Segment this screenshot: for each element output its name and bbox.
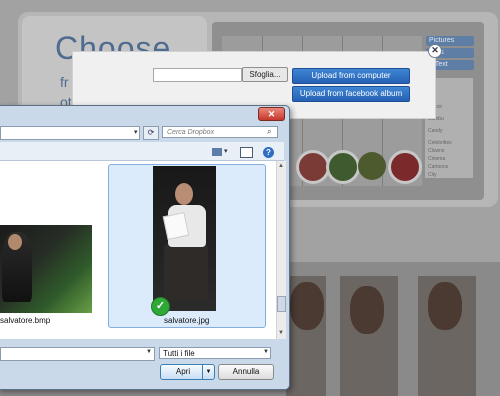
category-item[interactable]: Candy <box>428 128 442 134</box>
chevron-up-icon[interactable]: ▲ <box>278 163 284 169</box>
check-icon: ✓ <box>151 297 170 316</box>
chevron-down-icon[interactable]: ▼ <box>278 330 284 336</box>
chevron-down-icon[interactable]: ▾ <box>224 147 228 155</box>
file-name-input[interactable] <box>0 347 155 361</box>
help-icon[interactable]: ? <box>263 147 274 158</box>
thumbs-up-badge-icon <box>296 150 330 184</box>
browse-button[interactable]: Sfoglia... <box>242 67 288 82</box>
star-badge-icon <box>358 152 386 180</box>
search-input[interactable]: Cerca Dropbox <box>162 126 278 138</box>
hero-text-line-1: fr <box>60 74 69 90</box>
thumbnail-face <box>8 234 22 250</box>
file-name-label[interactable]: salvatore.jpg <box>164 316 209 325</box>
thumbnail-face <box>175 183 193 205</box>
gallery-photo-face <box>290 282 324 330</box>
file-type-select[interactable]: Tutti i file <box>159 347 271 359</box>
chevron-down-icon[interactable]: ▼ <box>263 349 269 355</box>
open-button[interactable]: Apri <box>160 364 206 380</box>
category-item[interactable]: Cinema <box>428 156 445 162</box>
file-path-input[interactable] <box>153 68 242 82</box>
category-item[interactable]: Cartoons <box>428 164 448 170</box>
search-icon[interactable]: ⌕ <box>267 127 271 137</box>
category-item[interactable]: City <box>428 172 437 178</box>
close-icon[interactable]: ✕ <box>258 107 285 121</box>
thumbnail-person <box>164 244 208 300</box>
power-badge-icon <box>388 150 422 184</box>
thumbnail-paper <box>162 211 190 241</box>
view-options-icon[interactable] <box>212 148 222 156</box>
category-item[interactable]: Clowns <box>428 148 444 154</box>
chevron-down-icon[interactable]: ▾ <box>134 128 138 136</box>
cancel-button[interactable]: Annulla <box>218 364 274 380</box>
thumbs-up-badge-icon <box>326 150 360 184</box>
category-item[interactable]: Celebrities <box>428 140 452 146</box>
address-bar[interactable] <box>0 126 140 140</box>
close-icon[interactable]: ✕ <box>428 44 442 58</box>
file-name-label[interactable]: salvatore.bmp <box>0 316 50 325</box>
scrollbar[interactable] <box>276 161 286 339</box>
gallery-photo-face <box>350 286 384 334</box>
chevron-down-icon[interactable]: ▼ <box>202 364 215 380</box>
upload-from-facebook-button[interactable]: Upload from facebook album <box>292 86 410 102</box>
scrollbar-thumb[interactable] <box>277 296 286 312</box>
gallery-photo-face <box>428 282 462 330</box>
upload-from-computer-button[interactable]: Upload from computer <box>292 68 410 84</box>
refresh-icon[interactable]: ⟳ <box>143 126 159 140</box>
preview-pane-icon[interactable] <box>240 147 253 158</box>
chevron-down-icon[interactable]: ▼ <box>146 349 152 355</box>
